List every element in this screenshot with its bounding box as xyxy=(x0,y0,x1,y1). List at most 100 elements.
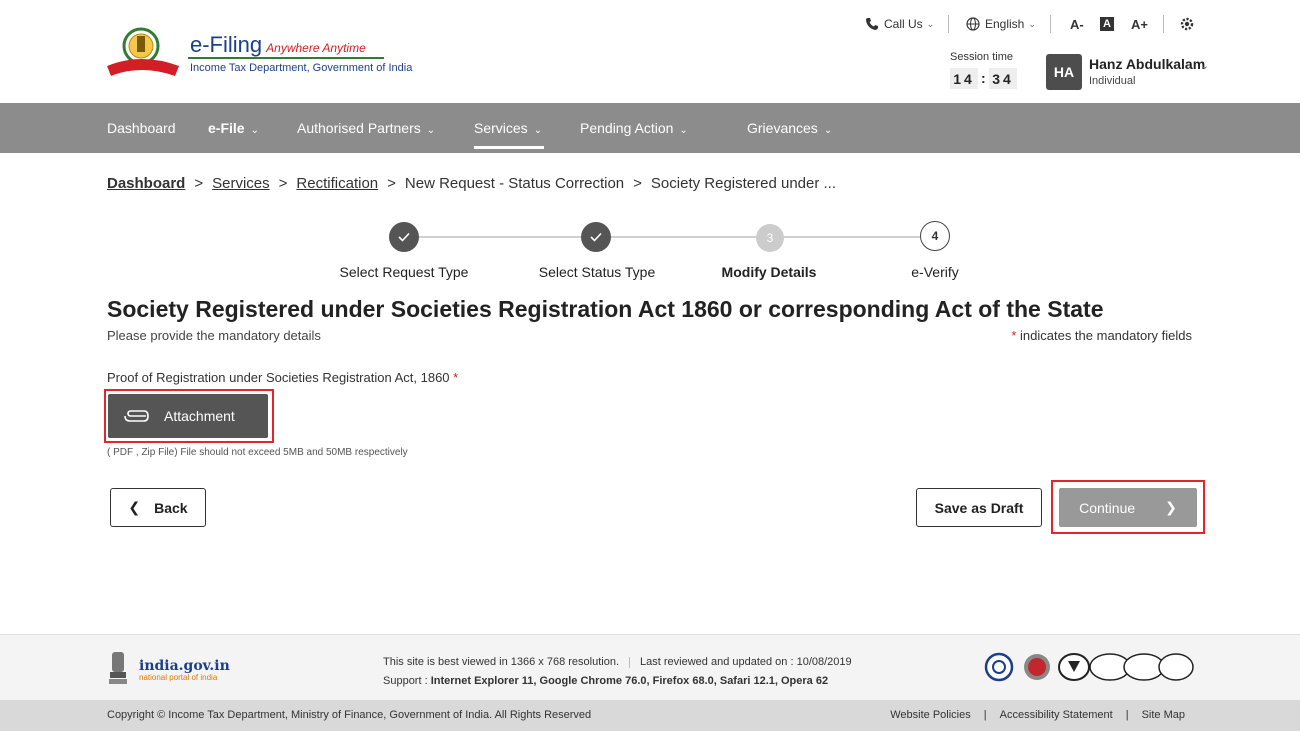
required-marker: * xyxy=(453,370,459,385)
chevron-down-icon: ⌄ xyxy=(926,18,935,29)
breadcrumb-rectification-link[interactable]: Rectification xyxy=(296,175,378,192)
nav-item-label: Authorised Partners xyxy=(297,120,421,136)
link-separator: | xyxy=(1125,709,1129,721)
accessibility-statement-link[interactable]: Accessibility Statement xyxy=(1000,709,1113,721)
font-decrease-button[interactable]: A- xyxy=(1070,14,1084,34)
support-browsers: Internet Explorer 11, Google Chrome 76.0… xyxy=(430,675,829,687)
check-icon xyxy=(398,232,410,242)
nav-item-label: Grievances xyxy=(747,120,818,136)
globe-icon xyxy=(966,17,980,31)
website-policies-link[interactable]: Website Policies xyxy=(890,709,971,721)
field-label-text: Proof of Registration under Societies Re… xyxy=(107,370,450,385)
session-minutes: 14 xyxy=(950,68,978,89)
page-title: Society Registered under Societies Regis… xyxy=(107,296,1104,322)
india-gov-link[interactable]: india.gov.in xyxy=(139,658,230,674)
breadcrumb-services-link[interactable]: Services xyxy=(212,175,270,192)
step-2-complete-indicator xyxy=(581,222,611,252)
attachment-button[interactable]: Attachment xyxy=(108,394,268,438)
breadcrumb-separator: > xyxy=(633,175,642,192)
stepper-connector xyxy=(784,236,920,238)
chevron-left-icon: ❮ xyxy=(128,499,141,515)
language-label: English xyxy=(985,17,1025,31)
user-role: Individual xyxy=(1089,75,1136,87)
main-nav: Dashboard e-File ⌄ Authorised Partners ⌄ S… xyxy=(0,103,1300,153)
certification-badge-icon xyxy=(984,652,1014,682)
step-1-complete-indicator xyxy=(389,222,419,252)
attachment-hint: ( PDF , Zip File) File should not exceed… xyxy=(107,447,408,458)
gear-icon xyxy=(1180,17,1194,31)
income-tax-emblem-logo[interactable] xyxy=(105,24,183,80)
call-us-menu[interactable]: Call Us ⌄ xyxy=(865,14,934,34)
entrust-seal-icon xyxy=(1024,654,1050,680)
required-marker: * xyxy=(1011,328,1017,343)
language-select[interactable]: English ⌄ xyxy=(966,14,1036,34)
session-time-label: Session time xyxy=(950,51,1013,63)
logo-divider xyxy=(188,57,384,59)
nav-item-grievances[interactable]: Grievances ⌄ xyxy=(747,103,832,153)
footer-links: Website Policies | Accessibility Statement… xyxy=(890,709,1185,721)
page-subtitle: Please provide the mandatory details xyxy=(107,328,321,343)
support-prefix: Support : xyxy=(383,675,428,687)
nav-item-dashboard[interactable]: Dashboard xyxy=(107,103,176,153)
national-emblem-icon xyxy=(109,652,127,684)
back-button[interactable]: ❮ Back xyxy=(110,488,206,527)
nav-item-authorised-partners[interactable]: Authorised Partners ⌄ xyxy=(297,103,435,153)
save-as-draft-button[interactable]: Save as Draft xyxy=(916,488,1042,527)
chevron-down-icon: ⌄ xyxy=(426,125,436,136)
resolution-note: This site is best viewed in 1366 x 768 r… xyxy=(383,656,620,668)
breadcrumb-separator: > xyxy=(194,175,204,192)
step-4-label: e-Verify xyxy=(911,264,959,280)
check-icon xyxy=(590,232,602,242)
font-decrease-label: A- xyxy=(1070,16,1084,32)
header-separator xyxy=(1050,14,1051,34)
breadcrumb-separator: > xyxy=(278,175,288,192)
chevron-down-icon: ⌄ xyxy=(823,125,833,136)
nav-item-label: Services xyxy=(474,120,528,136)
active-nav-indicator xyxy=(474,146,544,149)
chevron-down-icon: ⌄ xyxy=(533,125,543,136)
chevron-down-icon: ⌄ xyxy=(1028,18,1036,29)
nav-item-pending-action[interactable]: Pending Action ⌄ xyxy=(580,103,688,153)
breadcrumb-current-parent: New Request - Status Correction xyxy=(404,175,625,192)
chevron-down-icon: ⌄ xyxy=(679,125,688,136)
mandatory-fields-note: * indicates the mandatory fields xyxy=(1011,328,1192,343)
logo-tagline: Anywhere Anytime xyxy=(266,41,366,55)
site-header: e-Filing Anywhere Anytime Income Tax Depa… xyxy=(0,0,1300,103)
paperclip-icon xyxy=(124,410,149,422)
footer-info: This site is best viewed in 1366 x 768 r… xyxy=(383,653,852,691)
back-button-label: Back xyxy=(154,499,188,516)
stepper-connector xyxy=(419,236,581,238)
session-colon: : xyxy=(981,70,986,86)
last-reviewed: Last reviewed and updated on : 10/08/201… xyxy=(640,656,852,668)
breadcrumb: Dashboard > Services > Rectification > New Req… xyxy=(107,175,836,192)
continue-button[interactable]: Continue ❯ xyxy=(1059,488,1197,527)
font-normal-label: A xyxy=(1100,17,1114,31)
chevron-right-icon: ❯ xyxy=(1165,499,1177,515)
call-us-label: Call Us xyxy=(884,17,923,31)
header-separator xyxy=(948,14,949,34)
nav-item-label: Pending Action xyxy=(580,120,674,136)
chevron-down-icon: ⌄ xyxy=(250,125,259,136)
step-1-label: Select Request Type xyxy=(339,264,469,280)
avatar[interactable]: HA xyxy=(1046,54,1082,90)
font-increase-button[interactable]: A+ xyxy=(1131,14,1148,34)
nav-item-label: Dashboard xyxy=(107,120,176,136)
chevron-down-icon[interactable]: ⌄ xyxy=(1200,59,1209,72)
site-map-link[interactable]: Site Map xyxy=(1142,709,1185,721)
breadcrumb-separator: > xyxy=(387,175,396,192)
breadcrumb-current: Society Registered under ... xyxy=(650,175,837,192)
phone-icon xyxy=(866,18,878,30)
step-2-label: Select Status Type xyxy=(538,264,656,280)
india-gov-subtitle: national portal of india xyxy=(139,673,218,682)
save-draft-label: Save as Draft xyxy=(934,499,1024,516)
step-3-current-indicator: 3 xyxy=(756,224,784,252)
mandatory-note-text: indicates the mandatory fields xyxy=(1020,328,1192,343)
link-separator: | xyxy=(983,709,987,721)
step-4-indicator: 4 xyxy=(920,221,950,251)
user-name[interactable]: Hanz Abdulkalam xyxy=(1089,56,1205,72)
header-separator xyxy=(1163,14,1164,34)
breadcrumb-dashboard-link[interactable]: Dashboard xyxy=(107,175,185,192)
nav-item-efile[interactable]: e-File ⌄ xyxy=(208,103,259,153)
font-normal-button[interactable]: A xyxy=(1100,14,1114,34)
settings-button[interactable] xyxy=(1180,14,1194,34)
